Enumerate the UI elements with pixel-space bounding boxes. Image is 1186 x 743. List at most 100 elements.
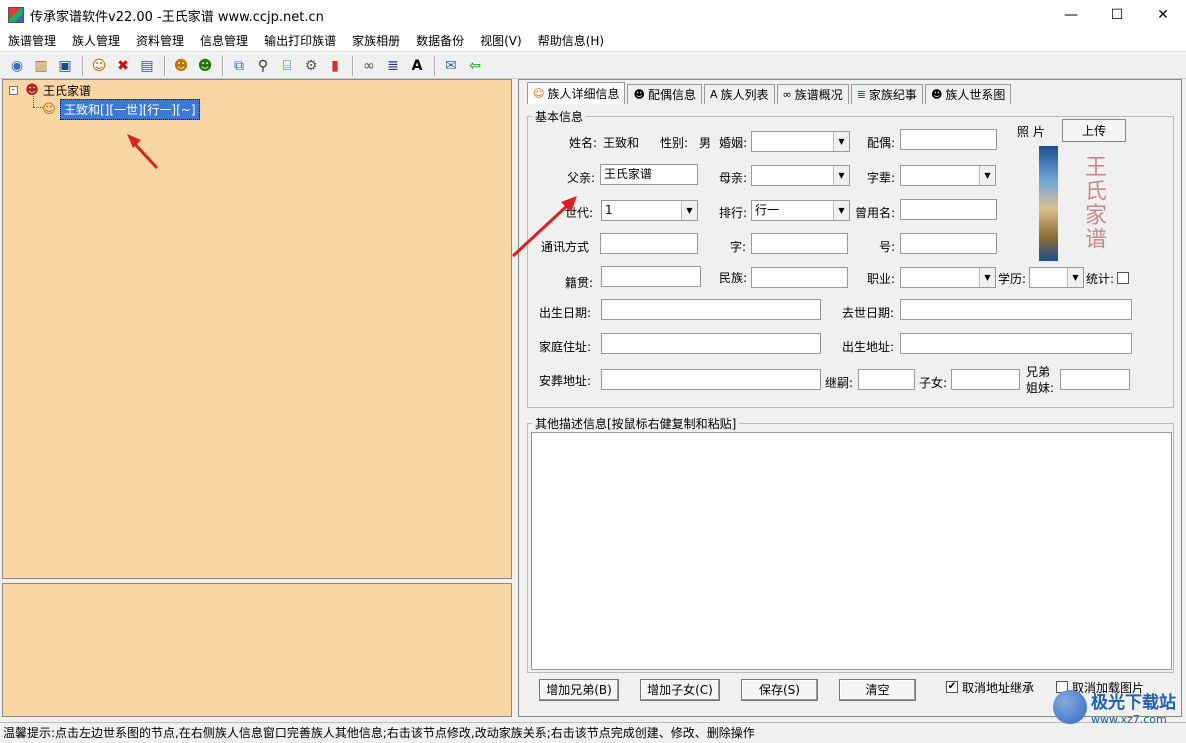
birth-date-label: 出生日期: <box>539 306 592 320</box>
tree-node-label[interactable]: 王致和[][一世][行一][~] <box>60 99 200 120</box>
toolbar-separator <box>164 55 166 76</box>
education-select[interactable]: ▼ <box>1029 267 1084 288</box>
rank-label: 排行: <box>719 206 748 220</box>
books-icon[interactable]: ≣ <box>382 55 404 77</box>
minimize-button[interactable]: — <box>1048 0 1094 30</box>
watermark-url: www.xz7.com <box>1091 713 1167 726</box>
father-label: 父亲: <box>567 171 596 185</box>
death-date-label: 去世日期: <box>842 306 895 320</box>
tree-node-person[interactable]: ☺ 王致和[][一世][行一][~] <box>41 99 200 120</box>
chevron-down-icon: ▼ <box>1067 268 1083 287</box>
window-title: 传承家谱软件v22.00 -王氏家谱 www.ccjp.net.cn <box>30 9 324 25</box>
edit-record-icon[interactable]: ▤ <box>136 55 158 77</box>
heir-label: 继嗣: <box>825 376 854 390</box>
courtesy-name-label: 字: <box>730 240 747 254</box>
alias-field[interactable] <box>900 233 997 254</box>
toolbar-separator <box>434 55 436 76</box>
menu-view[interactable]: 视图(V) <box>472 30 530 52</box>
name-label: 姓名: <box>569 136 598 150</box>
home-address-field[interactable] <box>601 333 821 354</box>
tab-member-details[interactable]: ☺ 族人详细信息 <box>527 82 626 104</box>
occupation-select[interactable]: ▼ <box>900 267 996 288</box>
generation-name-select[interactable]: ▼ <box>900 165 996 186</box>
tree-icon[interactable]: ⌸ <box>276 55 298 77</box>
toolbar-separator <box>82 55 84 76</box>
app-icon <box>8 7 24 23</box>
former-name-label: 曾用名: <box>855 206 896 220</box>
birthplace-field[interactable] <box>900 333 1132 354</box>
burial-address-label: 安葬地址: <box>539 374 592 388</box>
menu-backup[interactable]: 数据备份 <box>408 30 472 52</box>
basic-info-legend: 基本信息 <box>535 110 584 124</box>
menu-album[interactable]: 家族相册 <box>344 30 408 52</box>
clear-button[interactable]: 清空 <box>839 679 916 701</box>
chevron-down-icon: ▼ <box>833 132 849 151</box>
chevron-down-icon: ▼ <box>979 268 995 287</box>
former-name-field[interactable] <box>900 199 997 220</box>
save-button[interactable]: 保存(S) <box>741 679 818 701</box>
add-person-icon[interactable]: ☺ <box>88 55 110 77</box>
chart-icon[interactable]: ▮ <box>324 55 346 77</box>
spouse-field[interactable] <box>900 129 997 150</box>
text-icon[interactable]: A <box>406 55 428 77</box>
origin-label: 籍贯: <box>565 276 594 290</box>
family-tree-panel[interactable]: - ☻ 王氏家谱 ☺ 王致和[][一世][行一][~] <box>2 79 512 579</box>
courtesy-name-field[interactable] <box>751 233 848 254</box>
site-watermark: 极光下载站 www.xz7.com <box>1053 688 1176 726</box>
upload-button[interactable]: 上传 <box>1062 119 1126 142</box>
delete-icon[interactable]: ✖ <box>112 55 134 77</box>
children-label: 子女: <box>919 376 948 390</box>
tab-lineage-chart[interactable]: ☻ 族人世系图 <box>924 84 1012 104</box>
close-button[interactable]: ✕ <box>1140 0 1186 30</box>
family-icon[interactable]: ☻ <box>194 55 216 77</box>
gender-value: 男 <box>699 136 712 150</box>
menu-materials[interactable]: 资料管理 <box>128 30 192 52</box>
exit-icon[interactable]: ⇦ <box>464 55 486 77</box>
menu-members[interactable]: 族人管理 <box>64 30 128 52</box>
stats-checkbox[interactable] <box>1117 272 1129 284</box>
other-info-textarea[interactable] <box>531 432 1172 670</box>
link-icon[interactable]: ∞ <box>358 55 380 77</box>
tab-chronicle[interactable]: ≣ 家族纪事 <box>850 84 923 104</box>
genealogy-icon[interactable]: ◉ <box>6 55 28 77</box>
cancel-address-inherit-checkbox[interactable]: ✔ <box>946 681 958 693</box>
ethnicity-field[interactable] <box>751 267 848 288</box>
marriage-select[interactable]: ▼ <box>751 131 850 152</box>
search-icon[interactable]: ⚲ <box>252 55 274 77</box>
contact-field[interactable] <box>600 233 698 254</box>
windows-icon[interactable]: ⧉ <box>228 55 250 77</box>
alias-label: 号: <box>879 240 896 254</box>
book-icon[interactable]: ▥ <box>30 55 52 77</box>
father-field[interactable]: 王氏家谱 <box>600 164 698 185</box>
burial-address-field[interactable] <box>601 369 821 390</box>
menu-help[interactable]: 帮助信息(H) <box>530 30 612 52</box>
death-date-field[interactable] <box>900 299 1132 320</box>
add-child-button[interactable]: 增加子女(C) <box>640 679 720 701</box>
menu-bar: 族谱管理 族人管理 资料管理 信息管理 输出打印族谱 家族相册 数据备份 视图(… <box>0 30 1186 52</box>
tab-spouse-info[interactable]: ☻ 配偶信息 <box>627 84 702 104</box>
collapse-toggle[interactable]: - <box>9 86 18 95</box>
mother-select[interactable]: ▼ <box>751 165 850 186</box>
member-info-panel: ☺ 族人详细信息 ☻ 配偶信息 A 族人列表 ∞ 族谱概况 ≣ 家族纪事 ☻ 族人世系图 基… <box>511 79 1182 717</box>
couple-icon[interactable]: ☻ <box>170 55 192 77</box>
maximize-button[interactable]: ☐ <box>1094 0 1140 30</box>
person-icon: ☺ <box>533 87 545 100</box>
family-icon: ☻ <box>930 88 943 101</box>
birth-date-field[interactable] <box>601 299 821 320</box>
menu-info[interactable]: 信息管理 <box>192 30 256 52</box>
monitor-icon[interactable]: ▣ <box>54 55 76 77</box>
origin-field[interactable] <box>601 266 701 287</box>
children-field[interactable] <box>951 369 1020 390</box>
heir-field[interactable] <box>858 369 915 390</box>
chevron-down-icon: ▼ <box>979 166 995 185</box>
add-sibling-button[interactable]: 增加兄弟(B) <box>539 679 619 701</box>
siblings-field[interactable] <box>1060 369 1130 390</box>
tab-overview[interactable]: ∞ 族谱概况 <box>776 84 849 104</box>
menu-genealogy[interactable]: 族谱管理 <box>0 30 64 52</box>
tab-member-list[interactable]: A 族人列表 <box>703 84 775 104</box>
menu-print[interactable]: 输出打印族谱 <box>256 30 344 52</box>
tree-root-node[interactable]: - ☻ 王氏家谱 <box>9 82 91 99</box>
gear-icon[interactable]: ⚙ <box>300 55 322 77</box>
name-value: 王致和 <box>603 136 640 150</box>
chat-icon[interactable]: ✉ <box>440 55 462 77</box>
